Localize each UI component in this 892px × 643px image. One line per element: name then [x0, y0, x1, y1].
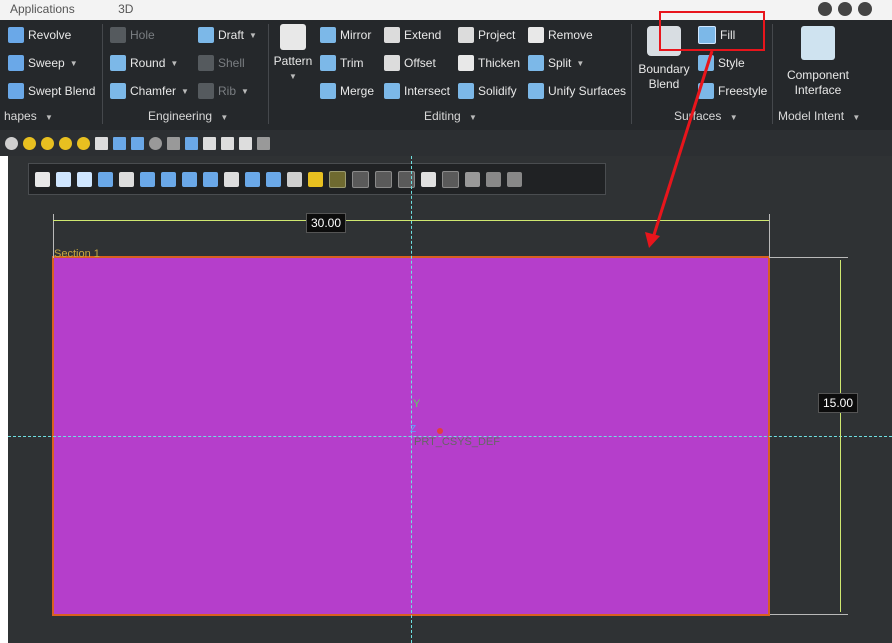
callout-arrow [645, 50, 714, 248]
